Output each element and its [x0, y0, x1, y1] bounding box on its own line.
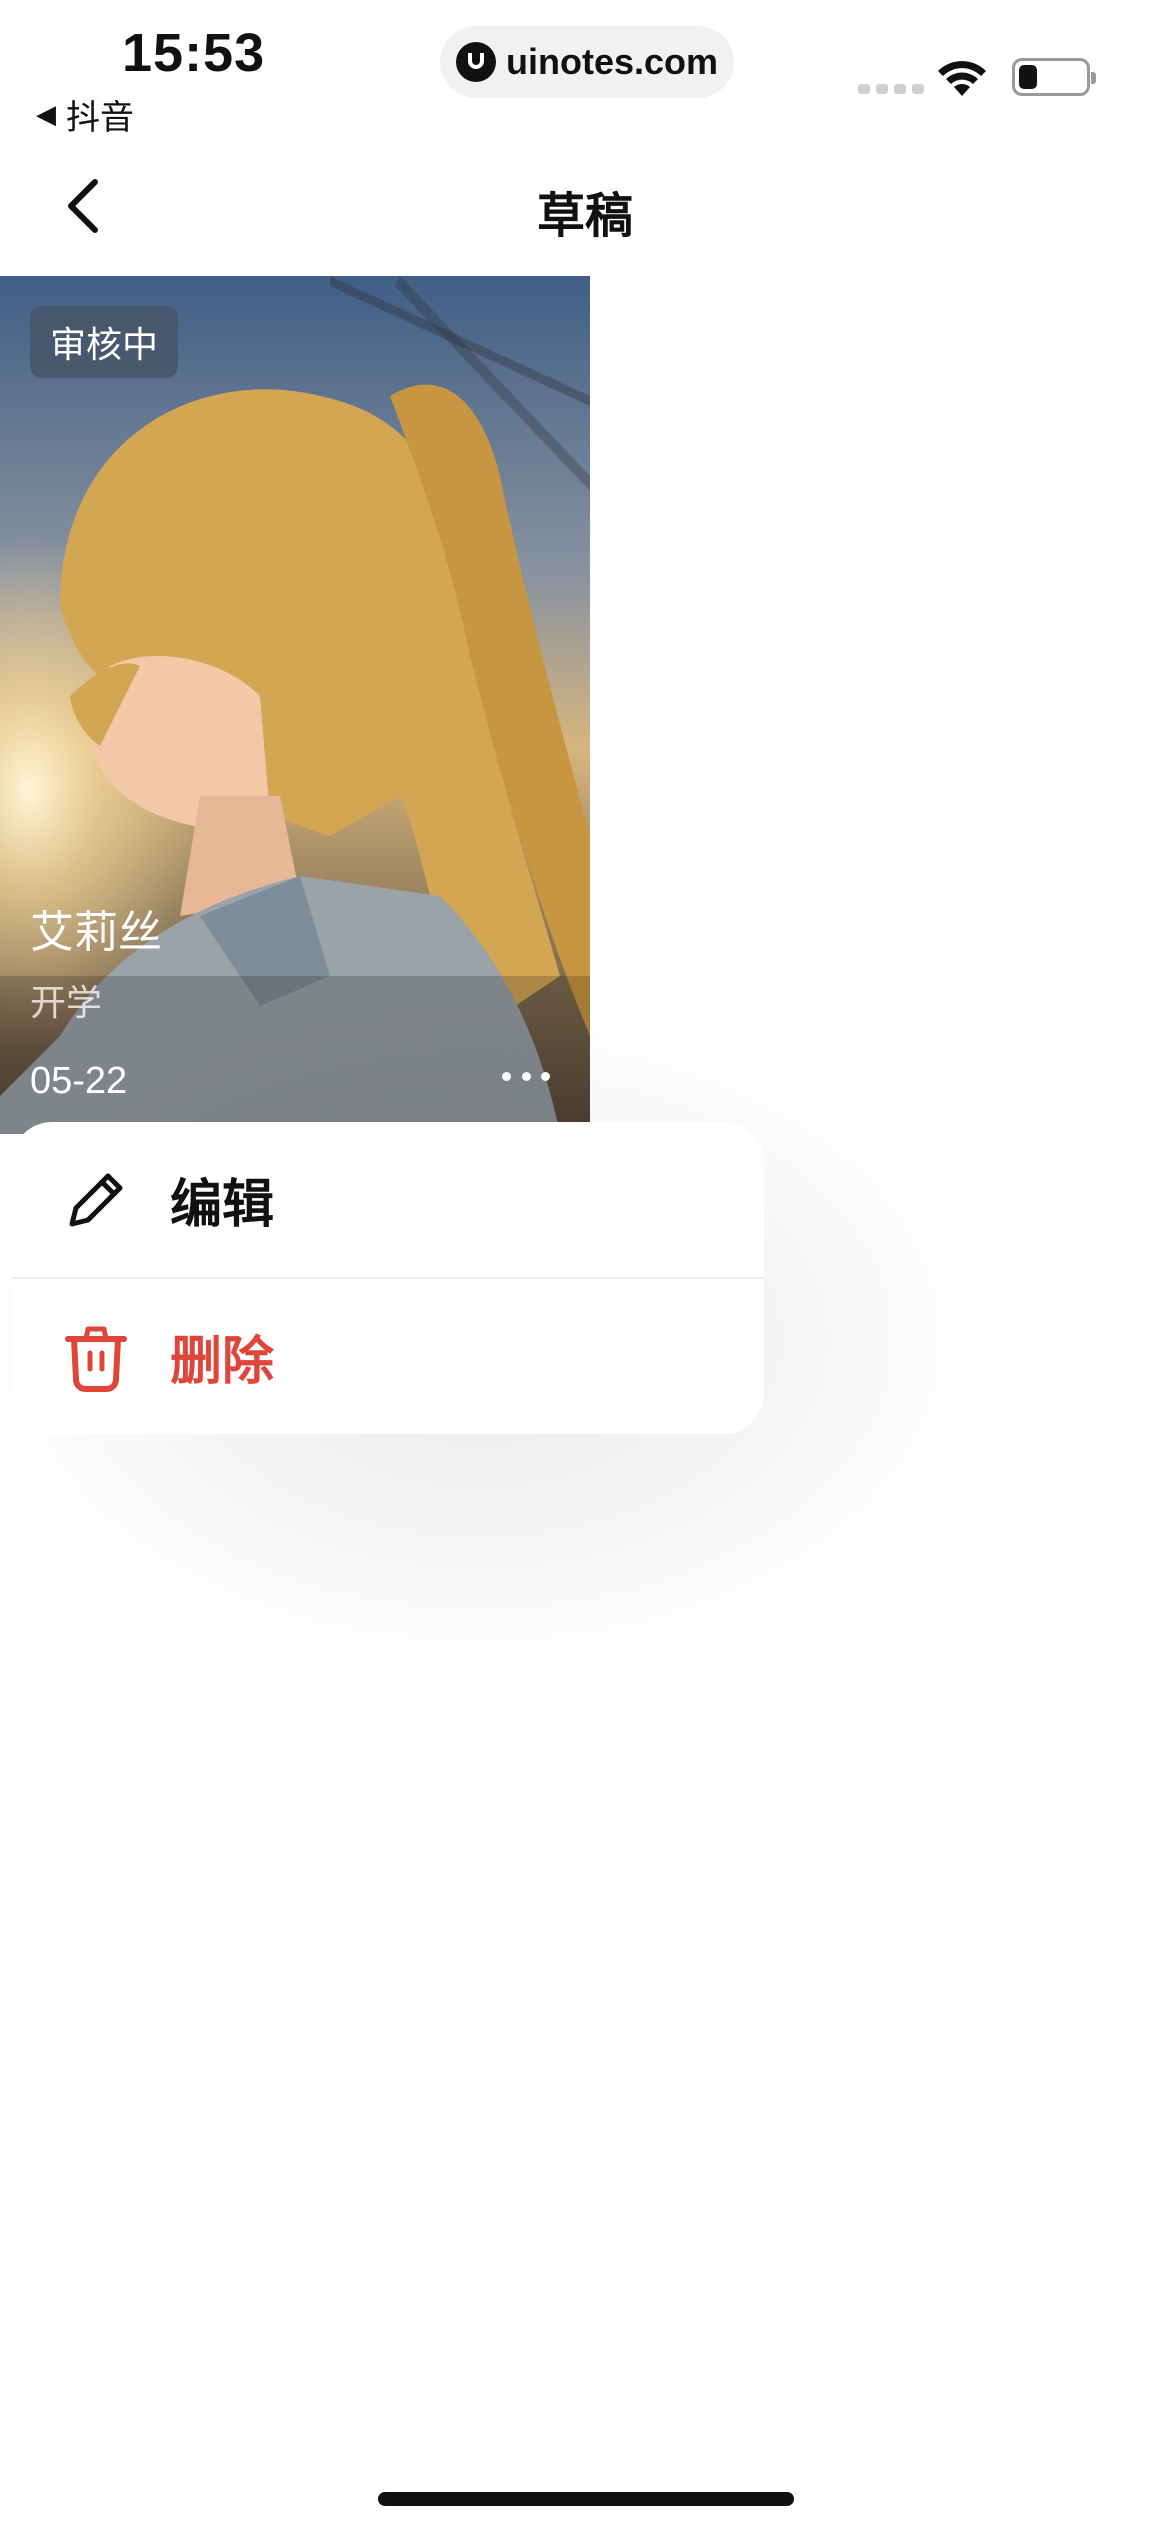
status-time: 15:53 — [122, 23, 266, 83]
cellular-signal-icon — [858, 84, 924, 94]
delete-label: 删除 — [170, 1332, 275, 1392]
site-logo-icon — [456, 42, 496, 82]
back-to-app-link[interactable]: ◀ 抖音 — [36, 90, 134, 139]
back-app-label: 抖音 — [66, 98, 134, 138]
review-status-badge: 审核中 — [30, 306, 179, 378]
draft-date: 05-22 — [30, 1060, 128, 1102]
draft-title: 艾莉丝 — [30, 907, 162, 958]
draft-subtitle: 开学 — [30, 983, 103, 1024]
edit-menu-item[interactable]: 编辑 — [12, 1122, 764, 1277]
battery-icon — [1012, 58, 1096, 96]
home-indicator[interactable] — [378, 2492, 794, 2506]
edit-label: 编辑 — [170, 1175, 275, 1235]
url-text: uinotes.com — [506, 41, 719, 82]
wifi-icon — [938, 61, 986, 96]
url-pill[interactable]: uinotes.com — [440, 26, 734, 98]
back-triangle-icon: ◀ — [36, 99, 56, 130]
page-title: 草稿 — [536, 188, 633, 244]
delete-menu-item[interactable]: 删除 — [12, 1279, 764, 1434]
pencil-icon — [60, 1164, 132, 1236]
action-menu: 编辑 删除 — [12, 1122, 764, 1434]
trash-icon — [60, 1321, 132, 1393]
